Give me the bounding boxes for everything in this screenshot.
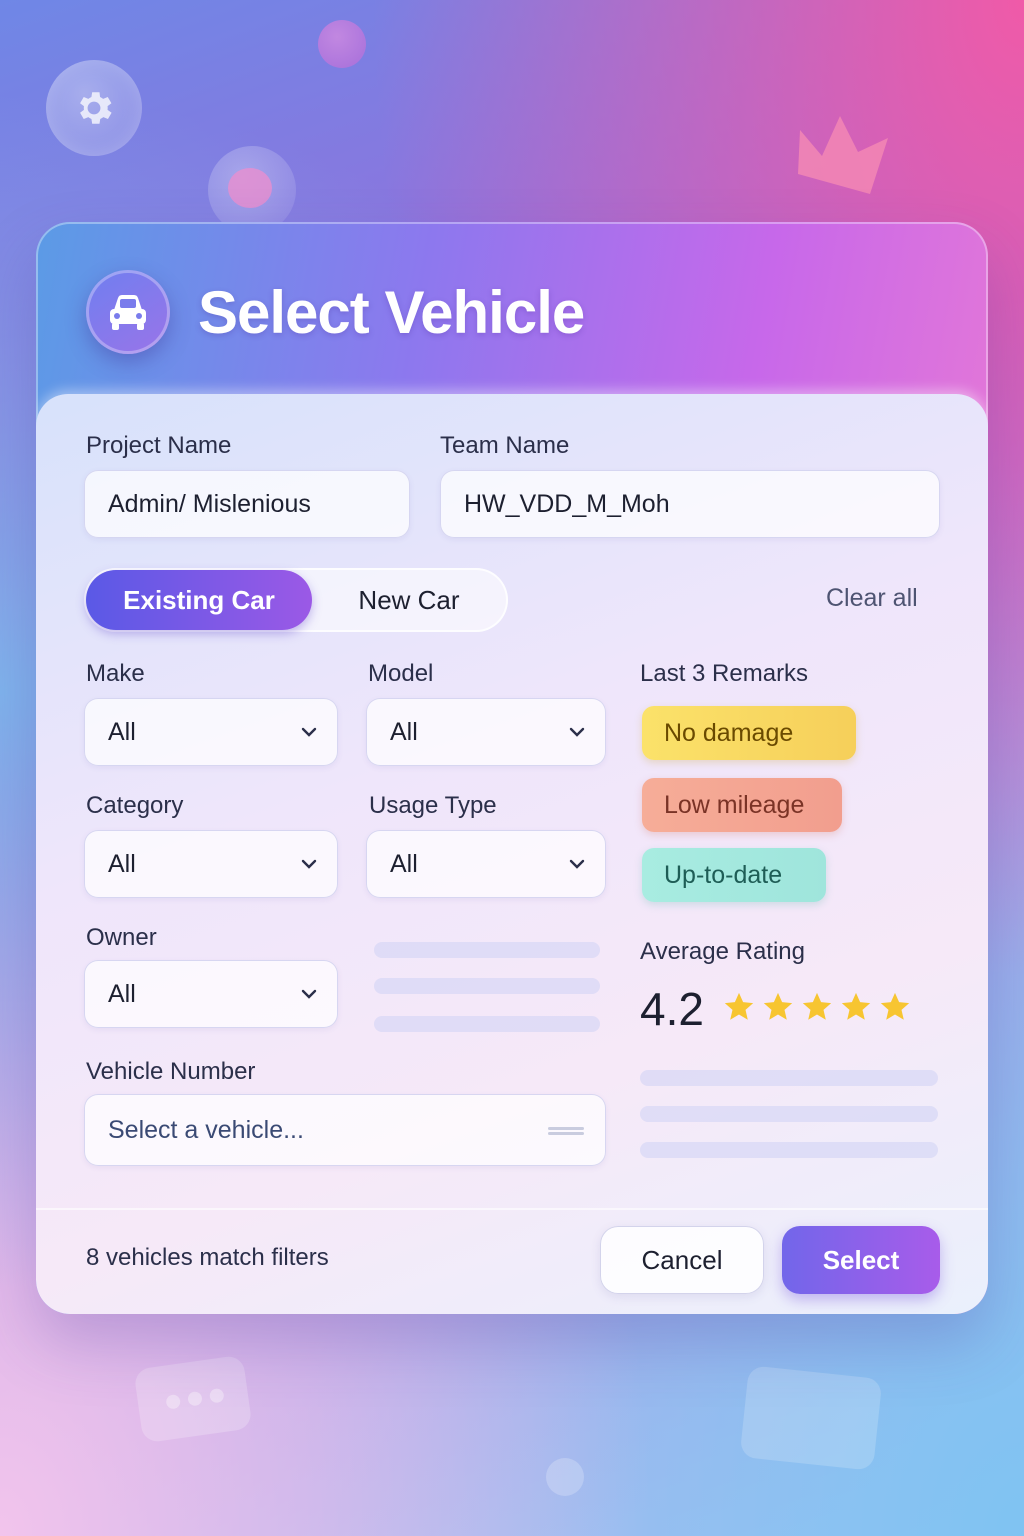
remark-chip: Low mileage xyxy=(642,778,842,832)
skeleton-line xyxy=(640,1070,938,1086)
owner-select[interactable]: All xyxy=(84,960,338,1028)
skeleton-line xyxy=(640,1142,938,1158)
chevron-down-icon xyxy=(569,859,585,869)
usage-type-label: Usage Type xyxy=(369,792,497,819)
clear-all-link[interactable]: Clear all xyxy=(826,584,918,613)
skeleton-line xyxy=(374,978,600,994)
bubble-decoration xyxy=(546,1458,584,1496)
category-label: Category xyxy=(86,792,184,819)
chevron-down-icon xyxy=(301,727,317,737)
vehicle-number-label: Vehicle Number xyxy=(86,1058,256,1085)
card-decoration-icon xyxy=(739,1365,883,1471)
remarks-label: Last 3 Remarks xyxy=(640,660,809,687)
skeleton-line xyxy=(374,1016,600,1032)
drag-handle-icon xyxy=(548,1127,584,1135)
chevron-down-icon xyxy=(301,989,317,999)
star-icon xyxy=(841,992,871,1020)
skeleton-line xyxy=(640,1106,938,1122)
team-name-field[interactable]: HW_VDD_M_Moh xyxy=(440,470,940,538)
star-rating xyxy=(722,990,912,1024)
usage-type-value: All xyxy=(390,849,418,878)
car-icon xyxy=(86,270,170,354)
make-label: Make xyxy=(86,660,145,687)
star-icon xyxy=(724,992,754,1020)
owner-value: All xyxy=(108,979,136,1008)
gear-icon xyxy=(80,92,112,124)
model-select[interactable]: All xyxy=(366,698,606,766)
model-label: Model xyxy=(368,660,434,687)
chevron-down-icon xyxy=(569,727,585,737)
project-name-label: Project Name xyxy=(86,432,232,459)
dialog-header: Select Vehicle xyxy=(36,222,988,396)
model-value: All xyxy=(390,717,418,746)
existing-car-tab[interactable]: Existing Car xyxy=(86,570,312,630)
dialog-body: Project Name Admin/ Mislenious Team Name… xyxy=(36,394,988,1314)
dialog-title: Select Vehicle xyxy=(198,279,585,346)
average-rating-value: 4.2 xyxy=(640,983,704,1035)
category-select[interactable]: All xyxy=(84,830,338,898)
skeleton-line xyxy=(374,942,600,958)
star-icon xyxy=(763,992,793,1020)
owner-label: Owner xyxy=(86,924,157,951)
gear-decoration-icon xyxy=(46,60,142,156)
project-name-field[interactable]: Admin/ Mislenious xyxy=(84,470,410,538)
usage-type-select[interactable]: All xyxy=(366,830,606,898)
make-value: All xyxy=(108,717,136,746)
star-icon xyxy=(802,992,832,1020)
footer-divider xyxy=(36,1208,988,1210)
select-button[interactable]: Select xyxy=(782,1226,940,1294)
vehicle-number-input[interactable]: Select a vehicle... xyxy=(84,1094,606,1166)
remark-chip: No damage xyxy=(642,706,856,760)
make-select[interactable]: All xyxy=(84,698,338,766)
category-value: All xyxy=(108,849,136,878)
bubble-decoration xyxy=(208,146,296,234)
bubble-decoration xyxy=(318,20,366,68)
chat-decoration-icon xyxy=(133,1354,253,1444)
car-type-toggle: Existing Car New Car xyxy=(84,568,508,632)
vehicle-number-placeholder: Select a vehicle... xyxy=(108,1115,304,1144)
star-icon xyxy=(880,992,910,1020)
cancel-button[interactable]: Cancel xyxy=(600,1226,764,1294)
chevron-down-icon xyxy=(301,859,317,869)
crown-decoration-icon xyxy=(798,116,888,194)
team-name-label: Team Name xyxy=(440,432,570,459)
new-car-tab[interactable]: New Car xyxy=(312,570,506,630)
remark-chip: Up-to-date xyxy=(642,848,826,902)
select-vehicle-dialog: Select Vehicle Project Name Admin/ Misle… xyxy=(36,222,988,1314)
match-count-text: 8 vehicles match filters xyxy=(86,1244,329,1271)
average-rating-label: Average Rating xyxy=(640,938,805,965)
